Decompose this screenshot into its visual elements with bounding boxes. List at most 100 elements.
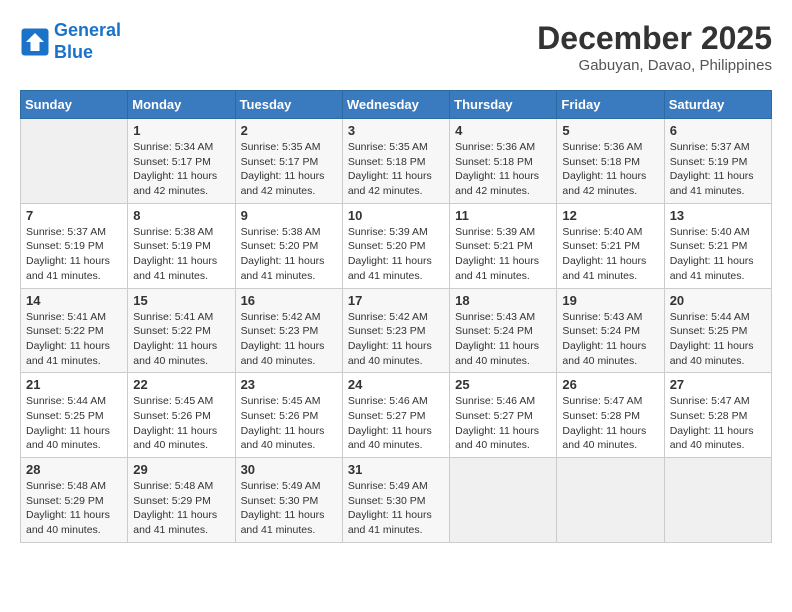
day-number: 15 (133, 293, 229, 308)
day-info: Sunrise: 5:42 AMSunset: 5:23 PMDaylight:… (348, 310, 444, 369)
logo-icon (20, 27, 50, 57)
day-info: Sunrise: 5:41 AMSunset: 5:22 PMDaylight:… (26, 310, 122, 369)
calendar-cell: 23Sunrise: 5:45 AMSunset: 5:26 PMDayligh… (235, 373, 342, 458)
day-info: Sunrise: 5:48 AMSunset: 5:29 PMDaylight:… (133, 479, 229, 538)
day-number: 14 (26, 293, 122, 308)
day-info: Sunrise: 5:35 AMSunset: 5:17 PMDaylight:… (241, 140, 337, 199)
calendar-week-row: 7 Sunrise: 5:37 AMSunset: 5:19 PMDaylight… (21, 203, 772, 288)
calendar-cell: 1 Sunrise: 5:34 AMSunset: 5:17 PMDaylight… (128, 119, 235, 204)
calendar-cell (21, 119, 128, 204)
calendar-cell: 5Sunrise: 5:36 AMSunset: 5:18 PMDaylight… (557, 119, 664, 204)
calendar-cell: 16Sunrise: 5:42 AMSunset: 5:23 PMDayligh… (235, 288, 342, 373)
day-info: Sunrise: 5:40 AMSunset: 5:21 PMDaylight:… (670, 225, 766, 284)
day-number: 9 (241, 208, 337, 223)
calendar-cell: 7 Sunrise: 5:37 AMSunset: 5:19 PMDaylight… (21, 203, 128, 288)
day-info: Sunrise: 5:46 AMSunset: 5:27 PMDaylight:… (348, 394, 444, 453)
calendar-cell: 22 Sunrise: 5:45 AMSunset: 5:26 PMDayligh… (128, 373, 235, 458)
day-number: 11 (455, 208, 551, 223)
calendar-cell: 29Sunrise: 5:48 AMSunset: 5:29 PMDayligh… (128, 458, 235, 543)
day-number: 1 (133, 123, 229, 138)
day-number: 7 (26, 208, 122, 223)
title-area: December 2025 Gabuyan, Davao, Philippine… (537, 20, 772, 74)
day-number: 25 (455, 377, 551, 392)
day-info: Sunrise: 5:39 AMSunset: 5:21 PMDaylight:… (455, 225, 551, 284)
calendar-week-row: 14 Sunrise: 5:41 AMSunset: 5:22 PMDayligh… (21, 288, 772, 373)
calendar-cell: 6 Sunrise: 5:37 AMSunset: 5:19 PMDaylight… (664, 119, 771, 204)
day-info: Sunrise: 5:34 AMSunset: 5:17 PMDaylight:… (133, 140, 229, 199)
calendar-week-row: 21 Sunrise: 5:44 AMSunset: 5:25 PMDayligh… (21, 373, 772, 458)
calendar-cell: 30 Sunrise: 5:49 AMSunset: 5:30 PMDayligh… (235, 458, 342, 543)
logo-line2: Blue (54, 42, 121, 64)
logo-text: General Blue (54, 20, 121, 63)
day-number: 6 (670, 123, 766, 138)
day-info: Sunrise: 5:38 AMSunset: 5:19 PMDaylight:… (133, 225, 229, 284)
calendar-cell: 9 Sunrise: 5:38 AMSunset: 5:20 PMDaylight… (235, 203, 342, 288)
calendar-day-header: Friday (557, 91, 664, 119)
day-info: Sunrise: 5:39 AMSunset: 5:20 PMDaylight:… (348, 225, 444, 284)
day-info: Sunrise: 5:41 AMSunset: 5:22 PMDaylight:… (133, 310, 229, 369)
day-number: 2 (241, 123, 337, 138)
day-number: 12 (562, 208, 658, 223)
calendar-header-row: SundayMondayTuesdayWednesdayThursdayFrid… (21, 91, 772, 119)
day-info: Sunrise: 5:45 AMSunset: 5:26 PMDaylight:… (133, 394, 229, 453)
calendar-cell: 20 Sunrise: 5:44 AMSunset: 5:25 PMDayligh… (664, 288, 771, 373)
day-number: 4 (455, 123, 551, 138)
calendar-cell: 31Sunrise: 5:49 AMSunset: 5:30 PMDayligh… (342, 458, 449, 543)
day-info: Sunrise: 5:49 AMSunset: 5:30 PMDaylight:… (348, 479, 444, 538)
day-number: 24 (348, 377, 444, 392)
day-info: Sunrise: 5:38 AMSunset: 5:20 PMDaylight:… (241, 225, 337, 284)
day-info: Sunrise: 5:43 AMSunset: 5:24 PMDaylight:… (562, 310, 658, 369)
day-number: 26 (562, 377, 658, 392)
day-number: 27 (670, 377, 766, 392)
calendar-cell: 18Sunrise: 5:43 AMSunset: 5:24 PMDayligh… (450, 288, 557, 373)
location-subtitle: Gabuyan, Davao, Philippines (537, 57, 772, 74)
day-info: Sunrise: 5:37 AMSunset: 5:19 PMDaylight:… (670, 140, 766, 199)
calendar-cell: 13 Sunrise: 5:40 AMSunset: 5:21 PMDayligh… (664, 203, 771, 288)
day-number: 21 (26, 377, 122, 392)
calendar-week-row: 1 Sunrise: 5:34 AMSunset: 5:17 PMDaylight… (21, 119, 772, 204)
calendar-day-header: Saturday (664, 91, 771, 119)
calendar-cell: 8 Sunrise: 5:38 AMSunset: 5:19 PMDaylight… (128, 203, 235, 288)
calendar-cell: 26Sunrise: 5:47 AMSunset: 5:28 PMDayligh… (557, 373, 664, 458)
day-info: Sunrise: 5:48 AMSunset: 5:29 PMDaylight:… (26, 479, 122, 538)
month-title: December 2025 (537, 20, 772, 57)
day-info: Sunrise: 5:43 AMSunset: 5:24 PMDaylight:… (455, 310, 551, 369)
calendar-cell: 24 Sunrise: 5:46 AMSunset: 5:27 PMDayligh… (342, 373, 449, 458)
day-number: 5 (562, 123, 658, 138)
calendar-cell (664, 458, 771, 543)
day-info: Sunrise: 5:44 AMSunset: 5:25 PMDaylight:… (26, 394, 122, 453)
calendar-day-header: Monday (128, 91, 235, 119)
day-number: 30 (241, 462, 337, 477)
day-number: 20 (670, 293, 766, 308)
calendar-cell: 25Sunrise: 5:46 AMSunset: 5:27 PMDayligh… (450, 373, 557, 458)
calendar-day-header: Wednesday (342, 91, 449, 119)
calendar-cell (450, 458, 557, 543)
calendar-body: 1 Sunrise: 5:34 AMSunset: 5:17 PMDaylight… (21, 119, 772, 543)
day-info: Sunrise: 5:37 AMSunset: 5:19 PMDaylight:… (26, 225, 122, 284)
day-info: Sunrise: 5:45 AMSunset: 5:26 PMDaylight:… (241, 394, 337, 453)
day-info: Sunrise: 5:49 AMSunset: 5:30 PMDaylight:… (241, 479, 337, 538)
day-number: 8 (133, 208, 229, 223)
day-number: 22 (133, 377, 229, 392)
calendar-cell: 15 Sunrise: 5:41 AMSunset: 5:22 PMDayligh… (128, 288, 235, 373)
day-number: 28 (26, 462, 122, 477)
calendar-week-row: 28 Sunrise: 5:48 AMSunset: 5:29 PMDayligh… (21, 458, 772, 543)
day-info: Sunrise: 5:44 AMSunset: 5:25 PMDaylight:… (670, 310, 766, 369)
calendar-cell: 3Sunrise: 5:35 AMSunset: 5:18 PMDaylight… (342, 119, 449, 204)
calendar-cell (557, 458, 664, 543)
day-number: 19 (562, 293, 658, 308)
calendar-cell: 11 Sunrise: 5:39 AMSunset: 5:21 PMDayligh… (450, 203, 557, 288)
calendar-cell: 28 Sunrise: 5:48 AMSunset: 5:29 PMDayligh… (21, 458, 128, 543)
calendar-cell: 14 Sunrise: 5:41 AMSunset: 5:22 PMDayligh… (21, 288, 128, 373)
calendar-cell: 21 Sunrise: 5:44 AMSunset: 5:25 PMDayligh… (21, 373, 128, 458)
day-info: Sunrise: 5:36 AMSunset: 5:18 PMDaylight:… (455, 140, 551, 199)
day-number: 17 (348, 293, 444, 308)
calendar-cell: 27Sunrise: 5:47 AMSunset: 5:28 PMDayligh… (664, 373, 771, 458)
day-info: Sunrise: 5:35 AMSunset: 5:18 PMDaylight:… (348, 140, 444, 199)
logo: General Blue (20, 20, 121, 63)
day-number: 13 (670, 208, 766, 223)
calendar-cell: 4 Sunrise: 5:36 AMSunset: 5:18 PMDaylight… (450, 119, 557, 204)
calendar-cell: 19 Sunrise: 5:43 AMSunset: 5:24 PMDayligh… (557, 288, 664, 373)
calendar-table: SundayMondayTuesdayWednesdayThursdayFrid… (20, 90, 772, 543)
day-number: 16 (241, 293, 337, 308)
